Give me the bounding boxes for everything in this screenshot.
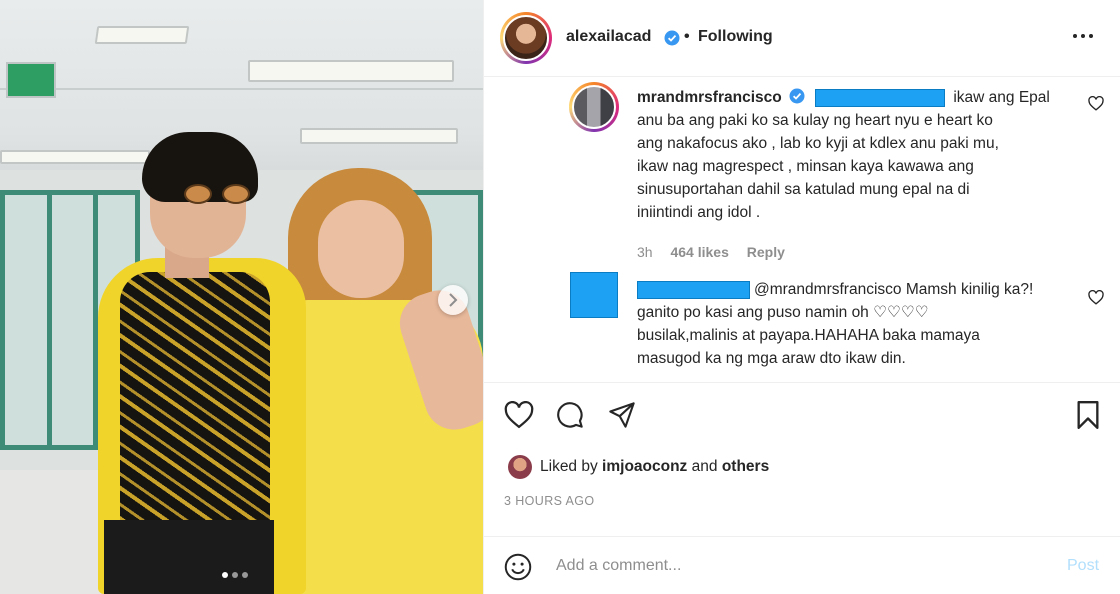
comment-line: ikaw nag magrespect , minsan kaya kawawa… — [637, 158, 974, 175]
liked-by: Liked by imjoaoconz and others — [508, 455, 769, 479]
comment-body: mrandmrsfrancisco ikaw ang Epal anu ba a… — [637, 86, 1077, 224]
comment-time: 3h — [637, 244, 653, 260]
commenter-username[interactable]: mrandmrsfrancisco — [637, 89, 782, 106]
comment-line: iniintindi ang idol . — [637, 204, 761, 221]
photo-window-mullion — [47, 195, 52, 445]
liked-by-joiner: and — [691, 458, 718, 475]
post-photo[interactable] — [0, 0, 483, 594]
comment-line: ikaw ang Epal — [953, 89, 1050, 106]
photo-ceiling-line — [0, 88, 483, 90]
verified-badge-icon — [789, 88, 805, 104]
verified-badge-icon — [664, 30, 680, 46]
comment-meta: 3h 464 likes Reply — [637, 244, 785, 260]
photo-man-pants — [104, 520, 274, 594]
post-header: alexailacad • Following — [484, 0, 1120, 77]
add-comment-bar: Post — [484, 536, 1120, 594]
comment-input[interactable] — [556, 551, 1036, 581]
heart-icon[interactable] — [504, 401, 534, 429]
like-comment-heart-icon[interactable] — [1088, 290, 1104, 305]
comment-line: ganito po kasi ang puso namin oh ♡♡♡♡ — [637, 304, 929, 321]
emoji-icon[interactable] — [504, 553, 532, 581]
photo-exit-sign — [6, 62, 56, 98]
redacted-username[interactable] — [637, 280, 750, 299]
photo-sunglasses — [184, 184, 254, 206]
carousel-indicator — [222, 572, 248, 578]
liked-by-prefix: Liked by — [540, 458, 598, 475]
commenter-avatar[interactable] — [569, 82, 619, 132]
redacted-avatar[interactable] — [570, 272, 618, 318]
photo-woman-face — [318, 200, 404, 298]
photo-ceiling-light — [0, 150, 150, 164]
comment-line: busilak,malinis at payapa.HAHAHA baka ma… — [637, 327, 980, 344]
liked-by-user[interactable]: imjoaoconz — [602, 458, 687, 476]
comment-icon[interactable] — [556, 401, 584, 429]
carousel-dot — [232, 572, 238, 578]
redacted-mention — [815, 88, 946, 107]
comment-line: ang nakafocus ako , lab ko kyji at kdlex… — [637, 135, 999, 152]
comment-line: sinusuportahan dahil sa katulad mung epa… — [637, 181, 970, 198]
photo-ceiling-light — [248, 60, 454, 82]
carousel-dot — [242, 572, 248, 578]
comment-body: @mrandmrsfrancisco Mamsh kinilig ka?! ga… — [637, 278, 1077, 370]
header-separator: • — [684, 28, 690, 45]
post-view: alexailacad • Following mrandmrsfrancisc… — [0, 0, 1120, 594]
reply-button[interactable]: Reply — [747, 244, 785, 260]
liker-avatar[interactable] — [508, 455, 532, 479]
author-avatar[interactable] — [500, 12, 552, 64]
more-options-icon[interactable] — [1073, 34, 1093, 38]
post-details-panel: alexailacad • Following mrandmrsfrancisc… — [483, 0, 1120, 594]
liked-by-others[interactable]: others — [722, 458, 769, 476]
post-actions — [484, 382, 1120, 452]
chevron-right-icon — [449, 293, 458, 307]
share-icon[interactable] — [608, 401, 636, 429]
like-comment-heart-icon[interactable] — [1088, 96, 1104, 111]
comment-likes[interactable]: 464 likes — [670, 244, 728, 260]
bookmark-icon[interactable] — [1076, 401, 1100, 429]
comment-line: anu ba ang paki ko sa kulay ng heart nyu… — [637, 112, 993, 129]
comment-line: masugod ka ng mga araw dto ikaw din. — [637, 350, 906, 367]
photo-ceiling-light — [300, 128, 458, 144]
comment-mention[interactable]: @mrandmrsfrancisco — [754, 281, 902, 298]
photo-ceiling-light — [94, 26, 190, 44]
following-button[interactable]: Following — [698, 28, 773, 46]
post-timestamp[interactable]: 3 HOURS AGO — [504, 494, 595, 508]
author-username[interactable]: alexailacad — [566, 28, 651, 46]
post-button[interactable]: Post — [1067, 557, 1099, 575]
comment-line: Mamsh kinilig ka?! — [905, 281, 1034, 298]
carousel-dot — [222, 572, 228, 578]
carousel-next-button[interactable] — [438, 285, 468, 315]
